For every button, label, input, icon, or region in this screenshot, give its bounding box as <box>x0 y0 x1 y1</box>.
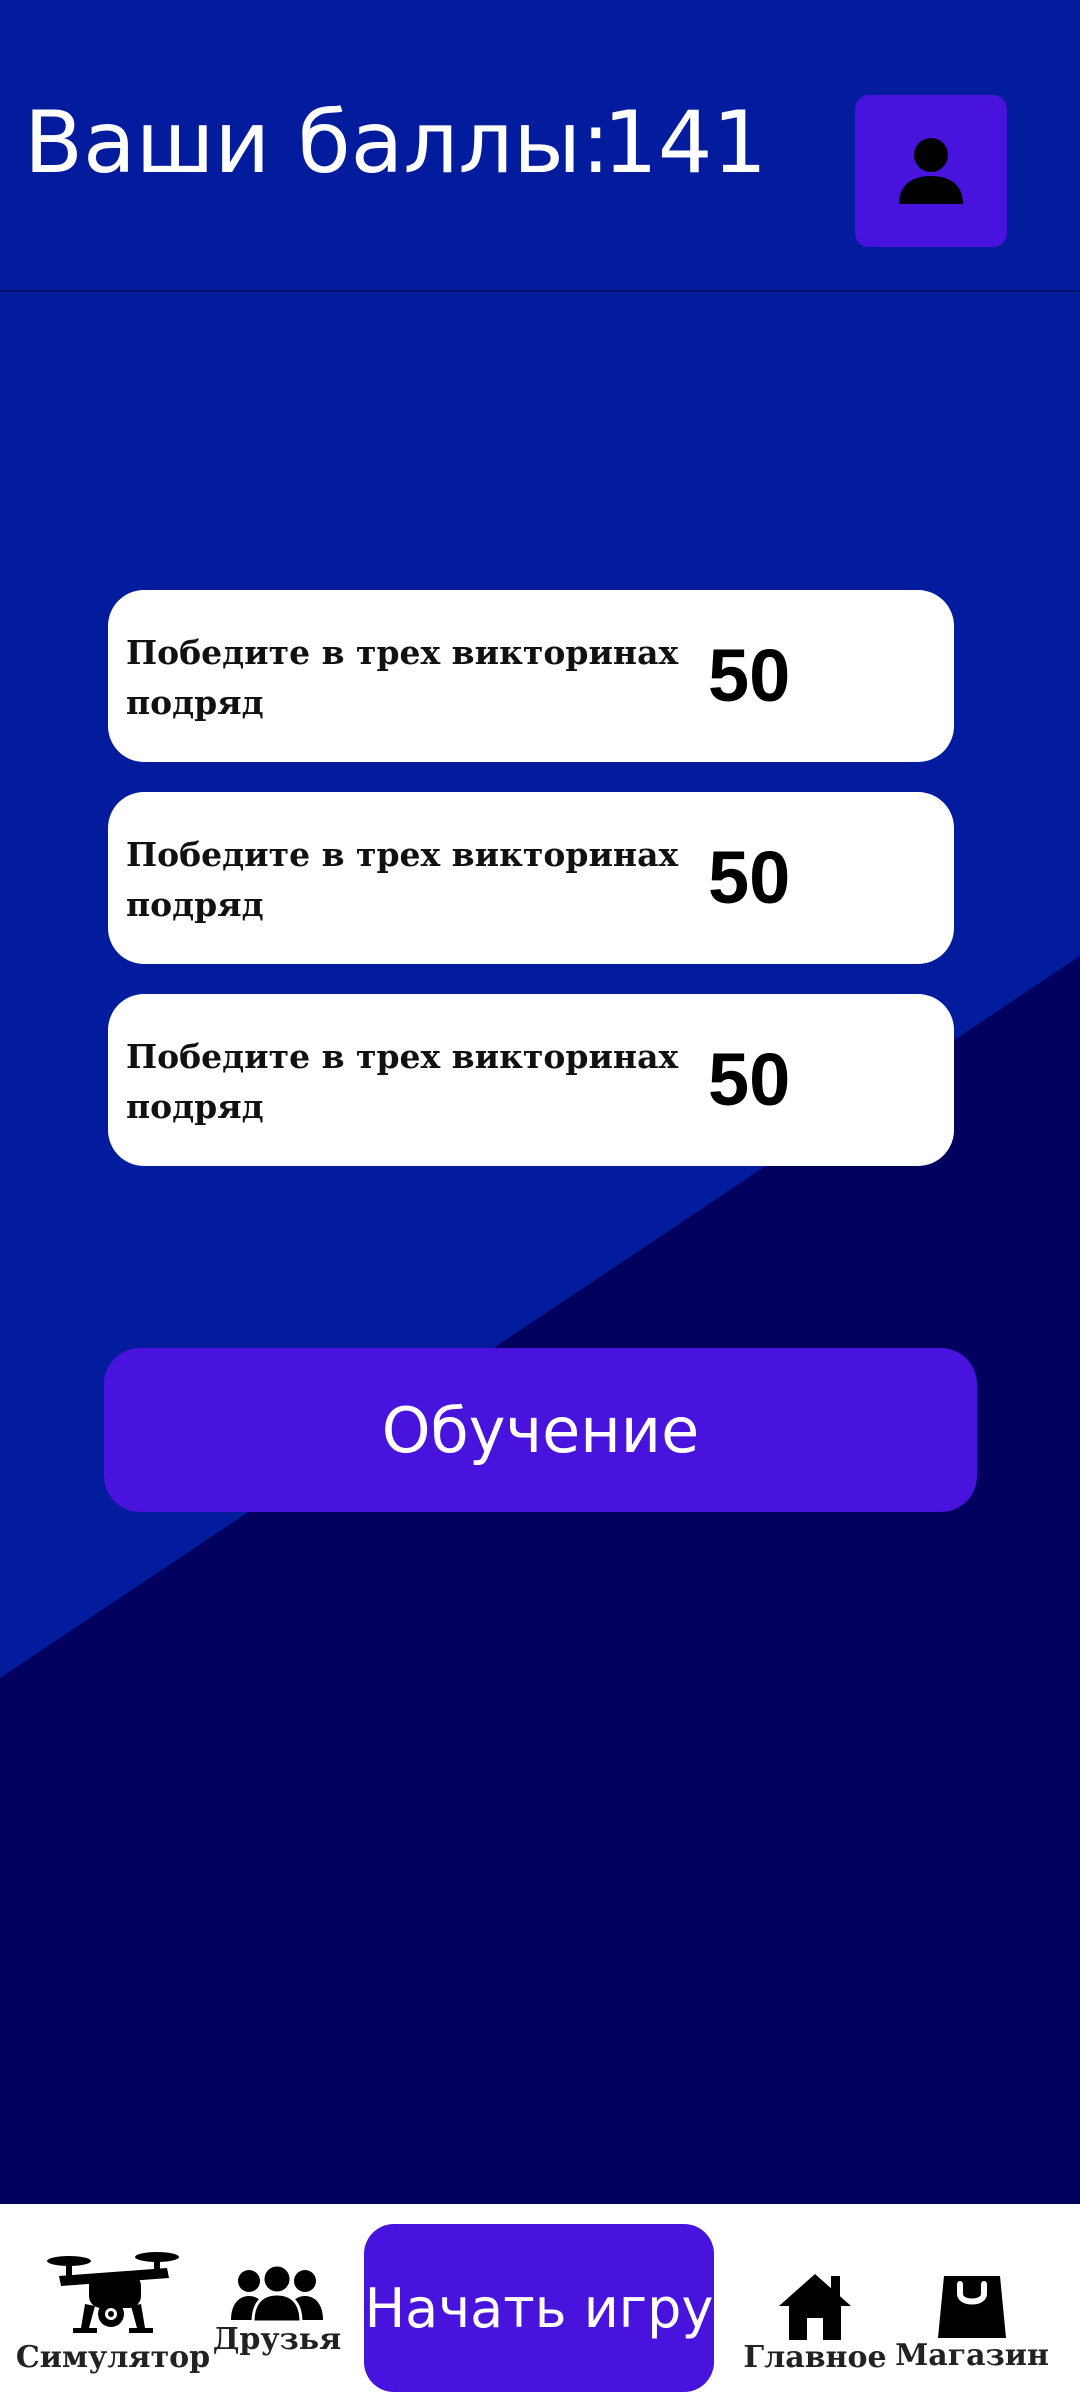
task-card[interactable]: Победите в трех викторинах подряд 50 <box>108 590 954 762</box>
header-bar: Ваши баллы: 141 <box>0 0 1080 292</box>
drone-icon <box>47 2252 179 2333</box>
profile-button[interactable] <box>855 95 1007 247</box>
score-label: Ваши баллы: <box>24 93 611 193</box>
nav-friends[interactable]: Друзья <box>212 2264 342 2357</box>
task-text: Победите в трех викторинах подряд <box>126 835 679 924</box>
task-text: Победите в трех викторинах подряд <box>126 1037 679 1126</box>
task-card[interactable]: Победите в трех викторинах подряд 50 <box>108 792 954 964</box>
home-icon <box>779 2274 851 2340</box>
friends-icon <box>231 2264 323 2322</box>
nav-friends-label: Друзья <box>212 2322 342 2357</box>
nav-simulator-label: Симулятор <box>15 2340 211 2375</box>
nav-simulator[interactable]: Симулятор <box>16 2248 210 2375</box>
score-value: 141 <box>603 93 768 193</box>
task-points: 50 <box>708 836 791 919</box>
nav-shop[interactable]: Магазин <box>895 2274 1049 2373</box>
start-game-button[interactable]: Начать игру <box>364 2224 714 2392</box>
shopping-bag-icon <box>938 2276 1006 2338</box>
nav-home-label: Главное <box>743 2340 887 2375</box>
person-icon <box>899 138 963 204</box>
task-points: 50 <box>708 634 791 717</box>
task-card[interactable]: Победите в трех викторинах подряд 50 <box>108 994 954 1166</box>
nav-shop-label: Магазин <box>895 2338 1049 2373</box>
learn-button[interactable]: Обучение <box>104 1348 977 1512</box>
task-text: Победите в трех викторинах подряд <box>126 633 679 722</box>
bottom-navigation: Симулятор Друзья Начать игру Главное Маг… <box>0 2204 1080 2408</box>
nav-home[interactable]: Главное <box>743 2272 887 2375</box>
background-diagonal <box>0 0 1080 2408</box>
task-points: 50 <box>708 1038 791 1121</box>
